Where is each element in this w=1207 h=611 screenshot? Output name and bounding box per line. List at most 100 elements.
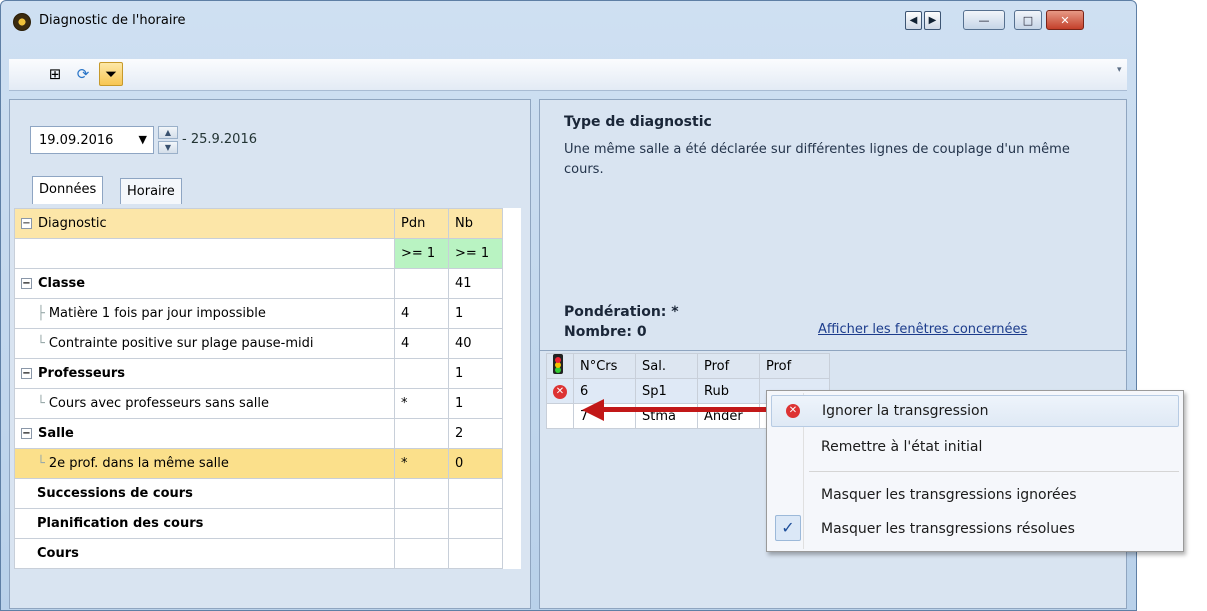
window-title: Diagnostic de l'horaire bbox=[39, 13, 186, 28]
table-row-selected[interactable]: └ 2e prof. dans la même salle * 0 bbox=[14, 448, 521, 479]
ponderation-label: Pondération: * bbox=[564, 304, 679, 320]
menu-separator bbox=[809, 471, 1179, 472]
header-prof2[interactable]: Prof bbox=[759, 353, 830, 379]
tree-line-icon: └ bbox=[37, 456, 45, 471]
table-row[interactable]: └ Cours avec professeurs sans salle * 1 bbox=[14, 388, 521, 419]
row-label: ├ Matière 1 fois par jour impossible bbox=[14, 298, 395, 329]
row-pdn: * bbox=[394, 388, 449, 419]
tree-line-icon: └ bbox=[37, 336, 45, 351]
cell-prof: Rub bbox=[697, 378, 760, 404]
header-pdn[interactable]: Pdn bbox=[394, 208, 449, 239]
date-start-value: 19.09.2016 bbox=[39, 132, 114, 148]
menu-item-hide-resolved[interactable]: Masquer les transgressions résolues bbox=[771, 513, 1179, 545]
refresh-icon[interactable]: ⟳ bbox=[71, 62, 95, 86]
table-row[interactable]: Successions de cours bbox=[14, 478, 521, 509]
row-nb: 1 bbox=[448, 388, 503, 419]
collapse-icon[interactable]: − bbox=[21, 278, 32, 289]
show-windows-link[interactable]: Afficher les fenêtres concernées bbox=[818, 322, 1027, 337]
menu-item-hide-ignored[interactable]: Masquer les transgressions ignorées bbox=[771, 479, 1179, 511]
diagnostic-grid: − Diagnostic Pdn Nb >= 1 >= 1 − Classe 41 … bbox=[14, 208, 521, 569]
dropdown-arrow-icon[interactable]: ▼ bbox=[139, 133, 147, 146]
toolbar: ⊞ ⟳ ⏷ ▾ bbox=[9, 59, 1127, 91]
table-row[interactable]: − Classe 41 bbox=[14, 268, 521, 299]
app-clock-icon bbox=[13, 13, 31, 31]
filter-pdn[interactable]: >= 1 bbox=[394, 238, 449, 269]
minimize-button[interactable]: — bbox=[963, 10, 1005, 30]
filter-icon[interactable]: ⏷ bbox=[99, 62, 123, 86]
header-nb[interactable]: Nb bbox=[448, 208, 503, 239]
title-bar: Diagnostic de l'horaire ◀ ▶ — □ ✕ bbox=[1, 1, 1136, 43]
row-nb: 1 bbox=[448, 358, 503, 389]
table-row[interactable]: └ Contrainte positive sur plage pause-mid… bbox=[14, 328, 521, 359]
row-label: └ Contrainte positive sur plage pause-mid… bbox=[14, 328, 395, 359]
left-pane: 19.09.2016 ▼ ▲ ▼ - 25.9.2016 Données Hor… bbox=[9, 99, 531, 609]
menu-item-label: Remettre à l'état initial bbox=[821, 439, 983, 455]
date-start-picker[interactable]: 19.09.2016 ▼ bbox=[30, 126, 154, 154]
nombre-label: Nombre: 0 bbox=[564, 324, 647, 340]
divider bbox=[540, 350, 1126, 351]
header-diagnostic[interactable]: − Diagnostic bbox=[14, 208, 395, 239]
grid-header-row: − Diagnostic Pdn Nb bbox=[14, 208, 521, 239]
row-pdn: 4 bbox=[394, 328, 449, 359]
row-pdn: * bbox=[394, 448, 449, 479]
date-spinner[interactable]: ▲ ▼ bbox=[158, 126, 178, 154]
grid-spacer bbox=[503, 329, 521, 359]
toolbar-grip[interactable]: ▾ bbox=[1117, 65, 1123, 83]
row-pdn bbox=[394, 418, 449, 449]
filter-row: >= 1 >= 1 bbox=[14, 238, 521, 269]
diagnostic-description: Une même salle a été déclarée sur différ… bbox=[564, 142, 1070, 177]
spin-down-icon[interactable]: ▼ bbox=[158, 141, 178, 154]
grid-spacer bbox=[503, 479, 521, 509]
error-status-icon: ✕ bbox=[546, 378, 574, 404]
tab-horaire[interactable]: Horaire bbox=[120, 178, 182, 204]
table-row[interactable]: − Professeurs 1 bbox=[14, 358, 521, 389]
row-label: − Classe bbox=[14, 268, 395, 299]
maximize-button[interactable]: □ bbox=[1014, 10, 1042, 30]
grid-spacer bbox=[503, 299, 521, 329]
row-pdn bbox=[394, 538, 449, 569]
row-nb: 1 bbox=[448, 298, 503, 329]
close-button[interactable]: ✕ bbox=[1046, 10, 1084, 30]
header-sal[interactable]: Sal. bbox=[635, 353, 698, 379]
row-label: Cours bbox=[14, 538, 395, 569]
cell-sal: Sp1 bbox=[635, 378, 698, 404]
table-row[interactable]: Cours bbox=[14, 538, 521, 569]
tab-donnees[interactable]: Données bbox=[32, 176, 104, 204]
menu-item-ignore[interactable]: ✕ Ignorer la transgression bbox=[771, 395, 1179, 427]
row-nb bbox=[448, 508, 503, 539]
row-nb bbox=[448, 478, 503, 509]
menu-item-label: Masquer les transgressions résolues bbox=[821, 521, 1075, 537]
row-nb: 40 bbox=[448, 328, 503, 359]
menu-item-label: Masquer les transgressions ignorées bbox=[821, 487, 1077, 503]
grid-spacer bbox=[503, 509, 521, 539]
collapse-icon[interactable]: − bbox=[21, 428, 32, 439]
traffic-light-icon[interactable] bbox=[546, 353, 574, 379]
menu-item-label: Ignorer la transgression bbox=[822, 403, 989, 419]
nav-prev-button[interactable]: ◀ bbox=[905, 11, 922, 30]
table-row[interactable]: − Salle 2 bbox=[14, 418, 521, 449]
grid-icon[interactable]: ⊞ bbox=[43, 62, 67, 86]
grid-spacer bbox=[503, 239, 521, 269]
row-nb: 2 bbox=[448, 418, 503, 449]
collapse-icon[interactable]: − bbox=[21, 218, 32, 229]
row-pdn: 4 bbox=[394, 298, 449, 329]
context-menu: ✕ Ignorer la transgression Remettre à l'… bbox=[766, 390, 1184, 552]
header-prof[interactable]: Prof bbox=[697, 353, 760, 379]
menu-item-reset[interactable]: Remettre à l'état initial bbox=[771, 431, 1179, 463]
tree-line-icon: ├ bbox=[37, 306, 45, 321]
annotation-arrow-icon bbox=[582, 399, 772, 421]
nav-next-button[interactable]: ▶ bbox=[924, 11, 941, 30]
courses-header-row: N°Crs Sal. Prof Prof bbox=[546, 353, 830, 379]
header-ncrs[interactable]: N°Crs bbox=[573, 353, 636, 379]
collapse-icon[interactable]: − bbox=[21, 368, 32, 379]
table-row[interactable]: ├ Matière 1 fois par jour impossible 4 1 bbox=[14, 298, 521, 329]
spin-up-icon[interactable]: ▲ bbox=[158, 126, 178, 139]
row-label: Planification des cours bbox=[14, 508, 395, 539]
grid-spacer bbox=[503, 359, 521, 389]
grid-spacer bbox=[503, 389, 521, 419]
filter-cell-empty bbox=[14, 238, 395, 269]
tree-line-icon: └ bbox=[37, 396, 45, 411]
row-nb: 0 bbox=[448, 448, 503, 479]
table-row[interactable]: Planification des cours bbox=[14, 508, 521, 539]
filter-nb[interactable]: >= 1 bbox=[448, 238, 503, 269]
